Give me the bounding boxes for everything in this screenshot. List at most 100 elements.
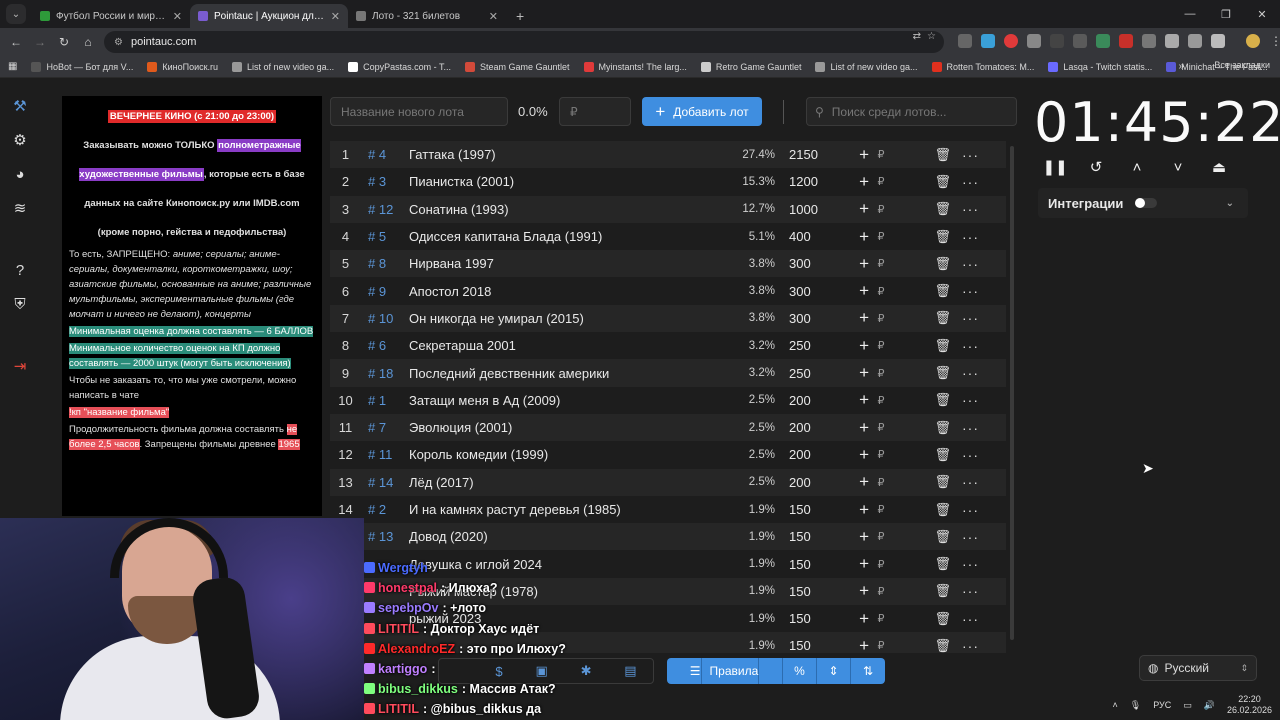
lot-amount[interactable]: 200 xyxy=(775,475,825,490)
add-amount-icon[interactable]: + xyxy=(825,418,869,438)
layers-icon[interactable]: ≋ xyxy=(10,198,30,218)
extensions-puzzle-icon[interactable] xyxy=(1211,34,1225,48)
more-options-icon[interactable]: ··· xyxy=(951,147,979,163)
bookmark-item[interactable]: List of new video ga... xyxy=(815,61,918,72)
lot-currency-input[interactable]: ₽ xyxy=(869,175,893,188)
tab-search-button[interactable]: ⌄ xyxy=(6,4,26,24)
trash-icon[interactable]: 🗑 xyxy=(893,229,951,245)
lot-name[interactable]: Апостол 2018 xyxy=(409,284,739,299)
trash-icon[interactable]: 🗑 xyxy=(893,420,951,436)
add-amount-icon[interactable]: + xyxy=(825,172,869,192)
add-amount-icon[interactable]: + xyxy=(825,527,869,547)
all-bookmarks-button[interactable]: Все закладки xyxy=(1214,60,1270,70)
search-input[interactable]: ⚲ Поиск среди лотов... xyxy=(806,97,1017,126)
extension-icon[interactable] xyxy=(1119,34,1133,48)
lot-amount[interactable]: 250 xyxy=(775,366,825,381)
lot-amount[interactable]: 200 xyxy=(775,393,825,408)
wheel-icon[interactable]: ◕ xyxy=(10,164,30,184)
lot-currency-input[interactable]: ₽ xyxy=(869,421,893,434)
extension-icon[interactable] xyxy=(981,34,995,48)
lot-currency-input[interactable]: ₽ xyxy=(869,394,893,407)
tray-lang[interactable]: РУС xyxy=(1153,700,1171,710)
lots-scrollbar[interactable] xyxy=(1010,146,1014,640)
more-options-icon[interactable]: ··· xyxy=(951,447,979,463)
lot-name[interactable]: Одиссея капитана Блада (1991) xyxy=(409,229,739,244)
lot-currency-input[interactable]: ₽ xyxy=(869,530,893,543)
new-lot-input[interactable]: Название нового лота xyxy=(330,97,508,126)
lot-currency-input[interactable]: ₽ xyxy=(869,639,893,652)
bookmark-star-icon[interactable]: ☆ xyxy=(927,31,936,42)
apps-icon[interactable]: ▦ xyxy=(8,61,17,72)
new-tab-button[interactable]: + xyxy=(516,8,524,24)
bookmark-item[interactable]: Lasqa - Twitch statis... xyxy=(1048,61,1152,72)
bookmark-item[interactable]: Myinstants! The larg... xyxy=(583,61,687,72)
add-amount-icon[interactable]: + xyxy=(825,227,869,247)
lot-currency-input[interactable]: ₽ xyxy=(869,257,893,270)
lot-currency-input[interactable]: ₽ xyxy=(869,230,893,243)
address-bar[interactable]: ⚙ pointauc.com ⇄ ☆ xyxy=(104,31,944,53)
lot-currency-input[interactable]: ₽ xyxy=(869,312,893,325)
trash-icon[interactable]: 🗑 xyxy=(893,147,951,163)
lot-amount[interactable]: 200 xyxy=(775,447,825,462)
translate-icon[interactable]: ⇄ xyxy=(913,31,921,42)
bookmark-item[interactable]: КиноПоиск.ru xyxy=(147,61,218,72)
add-amount-icon[interactable]: + xyxy=(825,445,869,465)
trash-icon[interactable]: 🗑 xyxy=(893,365,951,381)
add-amount-icon[interactable]: + xyxy=(825,308,869,328)
settings-gear-icon[interactable]: ⚙ xyxy=(10,130,30,150)
site-info-icon[interactable]: ⚙ xyxy=(114,37,123,48)
trash-icon[interactable]: 🗑 xyxy=(893,256,951,272)
trash-icon[interactable]: 🗑 xyxy=(893,583,951,599)
lot-currency-input[interactable]: ₽ xyxy=(869,448,893,461)
add-lot-button[interactable]: + Добавить лот xyxy=(642,97,762,126)
mic-tray-icon[interactable]: 🎙 xyxy=(1130,700,1141,711)
extension-icon[interactable] xyxy=(1165,34,1179,48)
bookmarks-overflow-icon[interactable]: » xyxy=(1178,61,1184,72)
bookmark-item[interactable]: HoBot — Бот для V... xyxy=(31,61,133,72)
increase-time-icon[interactable]: ˄ xyxy=(1128,158,1146,176)
extension-icon[interactable] xyxy=(1050,34,1064,48)
more-options-icon[interactable]: ··· xyxy=(951,174,979,190)
eject-icon[interactable]: ⏏ xyxy=(1210,158,1228,176)
trash-icon[interactable]: 🗑 xyxy=(893,474,951,490)
lot-name[interactable]: Пианистка (2001) xyxy=(409,174,739,189)
more-options-icon[interactable]: ··· xyxy=(951,529,979,545)
home-icon[interactable]: ⌂ xyxy=(76,35,100,49)
more-options-icon[interactable]: ··· xyxy=(951,310,979,326)
add-amount-icon[interactable]: + xyxy=(825,472,869,492)
lot-currency-input[interactable]: ₽ xyxy=(869,148,893,161)
lot-name[interactable]: Он никогда не умирал (2015) xyxy=(409,311,739,326)
more-options-icon[interactable]: ··· xyxy=(951,365,979,381)
bookmark-item[interactable]: Steam Game Gauntlet xyxy=(464,61,570,72)
extension-icon[interactable] xyxy=(1004,34,1018,48)
more-options-icon[interactable]: ··· xyxy=(951,638,979,653)
lot-currency-input[interactable]: ₽ xyxy=(869,367,893,380)
trash-icon[interactable]: 🗑 xyxy=(893,174,951,190)
bookmark-item[interactable]: CopyPastas.com - T... xyxy=(348,61,451,72)
minimize-icon[interactable]: — xyxy=(1172,8,1208,20)
reload-icon[interactable]: ↻ xyxy=(52,35,76,49)
network-icon[interactable]: ▭ xyxy=(1183,700,1192,711)
add-amount-icon[interactable]: + xyxy=(825,145,869,165)
bookmark-item[interactable]: List of new video ga... xyxy=(232,61,334,72)
lot-name[interactable]: Сонатина (1993) xyxy=(409,202,739,217)
lot-name[interactable]: Довод (2020) xyxy=(409,529,739,544)
lot-name[interactable]: Лёд (2017) xyxy=(409,475,739,490)
bookmark-item[interactable]: Rotten Tomatoes: M... xyxy=(931,61,1034,72)
more-options-icon[interactable]: ··· xyxy=(951,583,979,599)
extension-icon[interactable] xyxy=(1096,34,1110,48)
lot-currency-input[interactable]: ₽ xyxy=(869,203,893,216)
trash-icon[interactable]: 🗑 xyxy=(893,556,951,572)
more-options-icon[interactable]: ··· xyxy=(951,256,979,272)
chrome-menu-icon[interactable]: ⋮ xyxy=(1269,34,1280,48)
add-amount-icon[interactable]: + xyxy=(825,636,869,653)
add-amount-icon[interactable]: + xyxy=(825,554,869,574)
profile-avatar[interactable] xyxy=(1246,34,1260,48)
add-amount-icon[interactable]: + xyxy=(825,390,869,410)
tab-loto[interactable]: Лото - 321 билетов ✕ xyxy=(348,4,506,28)
lot-amount[interactable]: 300 xyxy=(775,284,825,299)
back-icon[interactable]: ← xyxy=(4,35,28,49)
trash-icon[interactable]: 🗑 xyxy=(893,638,951,653)
volume-icon[interactable]: 🔊 xyxy=(1204,700,1215,711)
more-options-icon[interactable]: ··· xyxy=(951,392,979,408)
